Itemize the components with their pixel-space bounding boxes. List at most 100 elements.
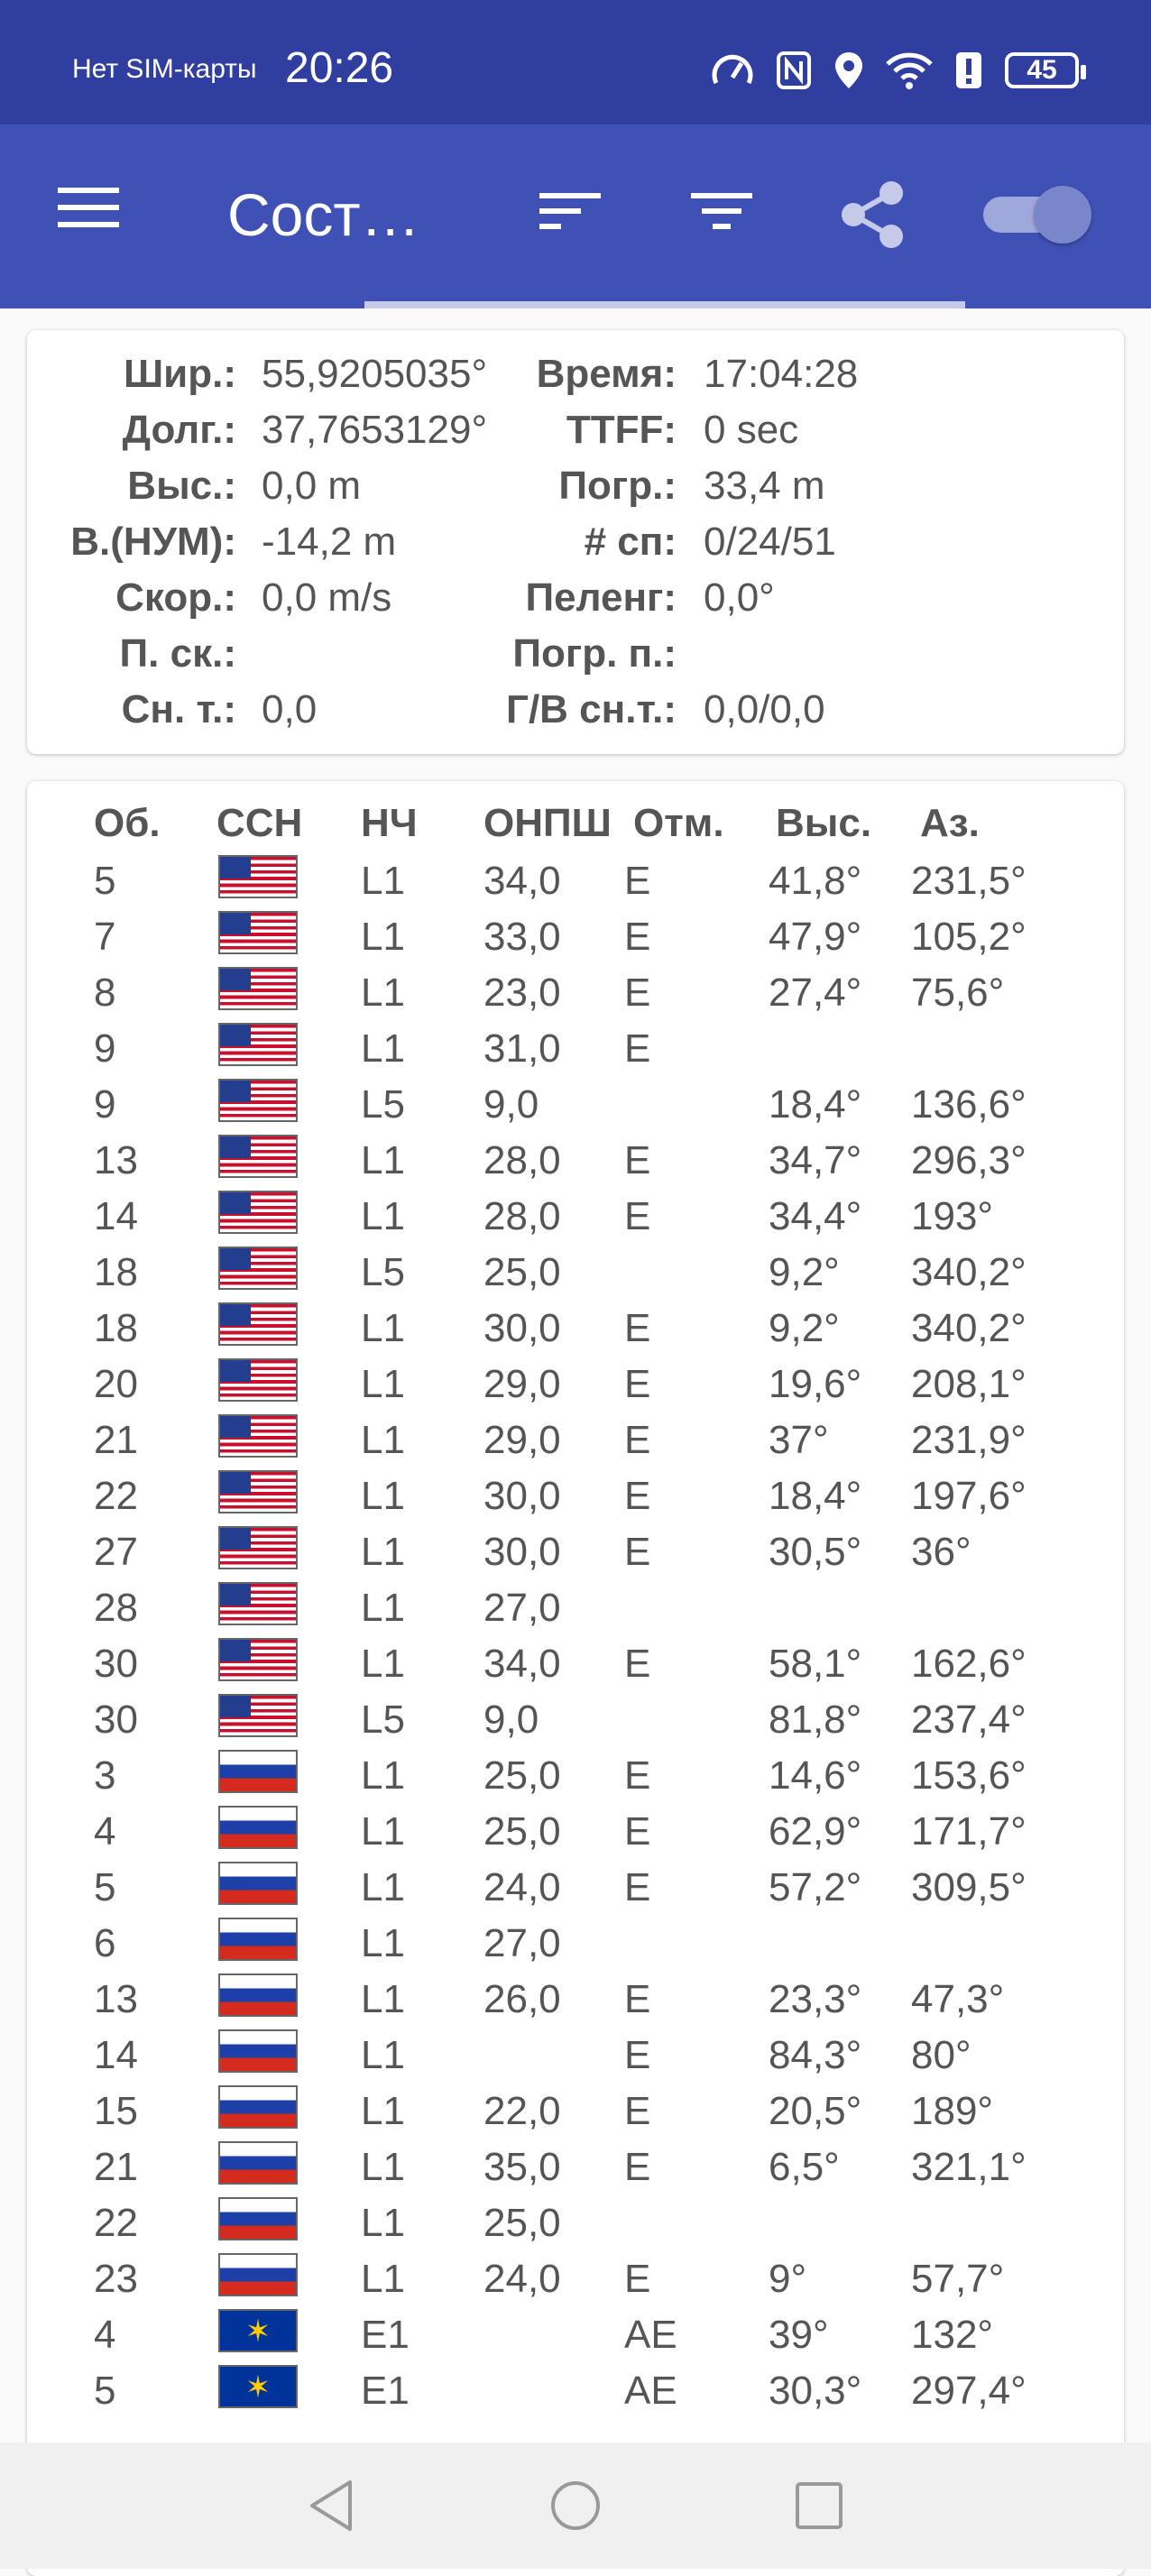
home-icon[interactable] [548, 2479, 603, 2533]
sat-elevation: 18,4° [769, 1082, 862, 1127]
battery-icon: 45 [1005, 52, 1086, 88]
recents-icon[interactable] [794, 2480, 844, 2531]
location-label: Пеленг: [525, 575, 677, 620]
sat-id: 5 [94, 1865, 116, 1909]
table-row: 5 L1 24,0 E 57,2° 309,5° [0, 1862, 1151, 1921]
eu-flag-icon [218, 2365, 298, 2408]
location-value: 0/24/51 [704, 520, 836, 564]
sat-flags: E [624, 2257, 651, 2301]
table-row: 22 L1 30,0 E 18,4° 197,6° [0, 1470, 1151, 1530]
page-title: Сост… [227, 181, 420, 248]
us-flag-icon [218, 1079, 298, 1122]
sat-id: 15 [94, 2089, 138, 2133]
sat-cn0: 24,0 [483, 2257, 561, 2301]
sat-elevation: 20,5° [769, 2089, 862, 2133]
sat-flags: E [624, 1809, 651, 1854]
table-row: 28 L1 27,0 [0, 1582, 1151, 1642]
ru-flag-icon [218, 2029, 298, 2073]
sat-id: 7 [94, 915, 116, 959]
sat-elevation: 57,2° [769, 1865, 862, 1909]
sat-flags: E [624, 1474, 651, 1518]
sat-id: 18 [94, 1306, 138, 1350]
sat-cn0: 25,0 [483, 2201, 561, 2245]
sat-flags: E [624, 859, 651, 903]
sat-id: 14 [94, 1194, 138, 1238]
speedometer-icon [712, 54, 753, 85]
sat-cn0: 28,0 [483, 1194, 561, 1238]
back-icon[interactable] [307, 2479, 355, 2533]
sat-frequency: L1 [361, 1306, 405, 1350]
sat-cn0: 22,0 [483, 2089, 561, 2133]
sat-flags: E [624, 2145, 651, 2189]
table-row: 20 L1 29,0 E 19,6° 208,1° [0, 1358, 1151, 1418]
sat-id: 30 [94, 1697, 138, 1742]
sat-id: 28 [94, 1586, 138, 1630]
sat-frequency: L1 [361, 915, 405, 959]
sat-id: 30 [94, 1642, 138, 1686]
sat-cn0: 30,0 [483, 1306, 561, 1350]
sat-id: 22 [94, 2201, 138, 2245]
sat-elevation: 27,4° [769, 971, 862, 1015]
sat-azimuth: 340,2° [911, 1250, 1027, 1294]
sat-frequency: L5 [361, 1082, 405, 1127]
location-value: 17:04:28 [704, 352, 859, 396]
table-row: 4 L1 25,0 E 62,9° 171,7° [0, 1806, 1151, 1865]
sat-azimuth: 189° [911, 2089, 994, 2133]
menu-icon[interactable] [58, 186, 119, 229]
header-flags: Отм. [633, 801, 724, 845]
header-gnss: ССН [216, 801, 303, 845]
sat-cn0: 25,0 [483, 1250, 561, 1294]
us-flag-icon [218, 967, 298, 1010]
sat-azimuth: 321,1° [911, 2145, 1027, 2189]
sat-frequency: L1 [361, 1362, 405, 1406]
sat-id: 4 [94, 2313, 116, 2357]
sat-frequency: L1 [361, 2201, 405, 2245]
us-flag-icon [218, 1414, 298, 1458]
ru-flag-icon [218, 2141, 298, 2185]
sat-frequency: L1 [361, 1921, 405, 1965]
us-flag-icon [218, 911, 298, 954]
sat-elevation: 30,3° [769, 2369, 862, 2413]
us-flag-icon [218, 1582, 298, 1625]
location-label: В.(НУМ): [70, 520, 236, 564]
location-label: Скор.: [115, 575, 236, 620]
sat-frequency: L1 [361, 2257, 405, 2301]
header-azimuth: Аз. [920, 801, 980, 845]
sat-azimuth: 47,3° [911, 1977, 1005, 2021]
sat-id: 6 [94, 1921, 116, 1965]
sat-flags: E [624, 1418, 651, 1462]
sat-flags: AE [624, 2313, 677, 2357]
sat-frequency: L1 [361, 1530, 405, 1574]
sat-cn0: 35,0 [483, 2145, 561, 2189]
toggle-thumb [1034, 186, 1091, 244]
sat-azimuth: 136,6° [911, 1082, 1027, 1127]
sat-frequency: L1 [361, 1586, 405, 1630]
sat-frequency: L1 [361, 1865, 405, 1909]
sat-flags: E [624, 1530, 651, 1574]
carrier-label: Нет SIM-карты [72, 54, 257, 84]
sat-frequency: L1 [361, 1026, 405, 1071]
table-row: 14 L1 28,0 E 34,4° 193° [0, 1191, 1151, 1250]
sat-flags: E [624, 1642, 651, 1686]
toggle-switch[interactable] [983, 186, 1091, 244]
filter-icon[interactable] [691, 189, 752, 233]
sat-id: 5 [94, 859, 116, 903]
sat-elevation: 14,6° [769, 1753, 862, 1798]
sat-id: 18 [94, 1250, 138, 1294]
table-row: 4 E1 AE 39° 132° [0, 2309, 1151, 2369]
sat-id: 9 [94, 1026, 116, 1071]
sat-elevation: 47,9° [769, 915, 862, 959]
share-icon[interactable] [837, 179, 909, 251]
sat-id: 13 [94, 1977, 138, 2021]
sat-flags: E [624, 1977, 651, 2021]
sat-elevation: 9,2° [769, 1306, 840, 1350]
sat-cn0: 25,0 [483, 1809, 561, 1854]
us-flag-icon [218, 1526, 298, 1569]
eu-flag-icon [218, 2309, 298, 2352]
sat-id: 20 [94, 1362, 138, 1406]
ru-flag-icon [218, 2197, 298, 2240]
sat-frequency: L1 [361, 859, 405, 903]
sat-cn0: 23,0 [483, 971, 561, 1015]
us-flag-icon [218, 1470, 298, 1513]
sort-icon[interactable] [539, 189, 601, 233]
